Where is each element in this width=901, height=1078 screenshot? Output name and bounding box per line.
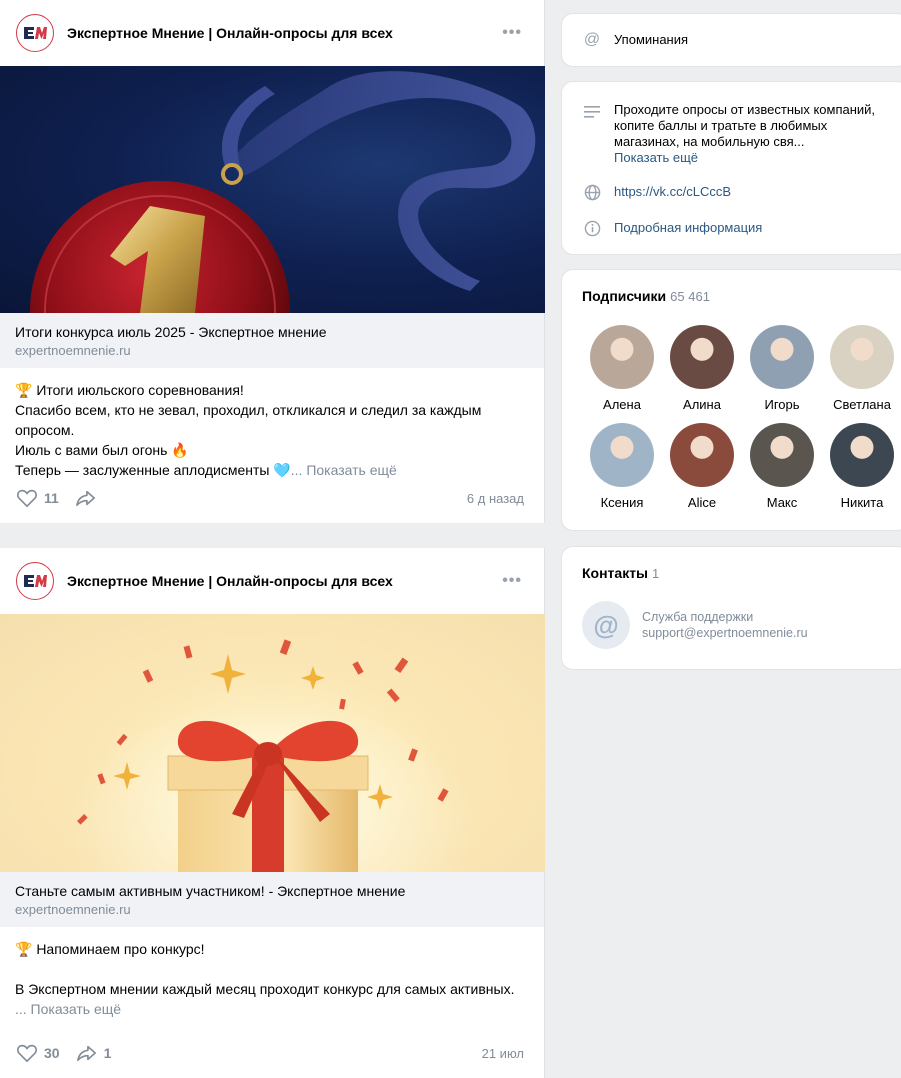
link-domain: expertnoemnenie.ru <box>15 343 131 358</box>
contact-item[interactable]: @ Служба поддержки support@expertnoemnen… <box>582 601 888 649</box>
post-text-line: В Экспертном мнении каждый месяц проходи… <box>15 981 515 997</box>
community-logo[interactable] <box>16 562 54 600</box>
subscriber-item[interactable]: Ксения <box>582 423 662 510</box>
subscriber-name[interactable]: Alice <box>688 495 716 510</box>
post-header: Экспертное Мнение | Онлайн-опросы для вс… <box>0 0 544 66</box>
contact-info: Служба поддержки support@expertnoemnenie… <box>642 609 808 641</box>
post-header: Экспертное Мнение | Онлайн-опросы для вс… <box>0 548 544 614</box>
subscriber-item[interactable]: Alice <box>662 423 742 510</box>
like-count: 30 <box>44 1045 60 1061</box>
share-icon <box>75 490 95 507</box>
contacts-count: 1 <box>652 566 660 581</box>
subscriber-name[interactable]: Макс <box>767 495 798 510</box>
share-button[interactable] <box>75 488 103 508</box>
like-button[interactable]: 11 <box>16 488 59 508</box>
link-title[interactable]: Итоги конкурса июль 2025 - Экспертное мн… <box>15 323 529 341</box>
post-text: 🏆 Итоги июльского соревнования! Спасибо … <box>0 368 544 480</box>
avatar[interactable] <box>590 423 654 487</box>
info-icon <box>582 218 602 238</box>
details-row: Подробная информация <box>582 218 888 238</box>
post-image-gift[interactable] <box>0 614 545 872</box>
subscriber-item[interactable]: Алина <box>662 325 742 412</box>
community-description: Проходите опросы от известных компаний, … <box>614 102 876 149</box>
post-footer: 30 1 21 июл <box>0 1028 544 1078</box>
subscriber-name[interactable]: Алена <box>603 397 641 412</box>
share-count: 1 <box>103 1045 112 1061</box>
more-options-icon[interactable]: ••• <box>502 572 522 590</box>
subscribers-count: 65 461 <box>670 289 710 304</box>
post-text-line: Июль с вами был огонь 🔥 <box>15 442 189 458</box>
contacts-card: Контакты 1 @ Служба поддержки support@exp… <box>561 546 901 670</box>
avatar[interactable] <box>750 423 814 487</box>
avatar[interactable] <box>670 325 734 389</box>
at-sign-icon: @ <box>583 31 601 48</box>
like-button[interactable]: 30 <box>16 1043 60 1063</box>
post-footer: 11 6 д назад <box>0 473 544 523</box>
subscriber-name[interactable]: Никита <box>841 495 884 510</box>
heart-icon <box>17 1044 37 1063</box>
contact-role: Служба поддержки <box>642 610 754 624</box>
post-image-medal[interactable] <box>0 66 545 313</box>
avatar[interactable] <box>750 325 814 389</box>
subscribers-header[interactable]: Подписчики 65 461 <box>582 288 888 306</box>
subscriber-item[interactable]: Игорь <box>742 325 822 412</box>
gift-illustration <box>42 639 502 872</box>
description-block: Проходите опросы от известных компаний, … <box>614 102 884 166</box>
description-row: Проходите опросы от известных компаний, … <box>582 102 888 166</box>
post: Экспертное Мнение | Онлайн-опросы для вс… <box>0 548 545 1078</box>
post-date[interactable]: 21 июл <box>482 1046 524 1061</box>
subscriber-item[interactable]: Светлана <box>822 325 901 412</box>
share-button[interactable]: 1 <box>76 1043 112 1063</box>
globe-icon <box>582 182 602 202</box>
post: Экспертное Мнение | Онлайн-опросы для вс… <box>0 0 545 523</box>
mentions-card[interactable]: @ Упоминания <box>561 13 901 67</box>
share-icon <box>76 1045 96 1062</box>
contacts-title: Контакты <box>582 565 649 581</box>
url-row: https://vk.cc/cLCccB <box>582 182 888 202</box>
link-domain: expertnoemnenie.ru <box>15 902 131 917</box>
text-lines-icon <box>582 102 602 122</box>
mentions-label: Упоминания <box>614 32 689 47</box>
post-text-line: 🏆 Итоги июльского соревнования! <box>15 382 244 398</box>
post-text-line: 🏆 Напоминаем про конкурс! <box>15 941 205 957</box>
more-options-icon[interactable]: ••• <box>502 24 522 42</box>
at-sign-icon: @ <box>582 601 630 649</box>
subscriber-item[interactable]: Никита <box>822 423 901 510</box>
avatar[interactable] <box>830 423 894 487</box>
post-text-spacer <box>15 959 529 979</box>
subscribers-title: Подписчики <box>582 288 667 304</box>
subscribers-card: Подписчики 65 461 Алена Алина Игорь Светлана… <box>561 269 901 531</box>
medal-illustration <box>30 71 536 313</box>
link-card[interactable]: Станьте самым активным участником! - Экс… <box>0 872 544 927</box>
show-more-link[interactable]: ... Показать ещё <box>15 999 529 1019</box>
like-count: 11 <box>44 490 59 506</box>
avatar[interactable] <box>590 325 654 389</box>
post-text-line: Спасибо всем, кто не зевал, проходил, от… <box>15 402 482 438</box>
avatar[interactable] <box>670 423 734 487</box>
post-date[interactable]: 6 д назад <box>467 491 524 506</box>
post-author[interactable]: Экспертное Мнение | Онлайн-опросы для вс… <box>67 25 393 41</box>
subscriber-name[interactable]: Игорь <box>764 397 799 412</box>
subscriber-name[interactable]: Светлана <box>833 397 891 412</box>
community-url[interactable]: https://vk.cc/cLCccB <box>614 184 731 200</box>
subscriber-item[interactable]: Макс <box>742 423 822 510</box>
post-author[interactable]: Экспертное Мнение | Онлайн-опросы для вс… <box>67 573 393 589</box>
contacts-header[interactable]: Контакты 1 <box>582 565 888 583</box>
subscribers-grid: Алена Алина Игорь Светлана Ксения Alice Макс Ни… <box>582 325 894 510</box>
details-link[interactable]: Подробная информация <box>614 220 762 236</box>
subscriber-name[interactable]: Алина <box>683 397 721 412</box>
post-text: 🏆 Напоминаем про конкурс! В Экспертном м… <box>0 927 544 1019</box>
community-logo[interactable] <box>16 14 54 52</box>
info-card: Проходите опросы от известных компаний, … <box>561 81 901 255</box>
show-more-link[interactable]: Показать ещё <box>614 150 884 166</box>
contact-email[interactable]: support@expertnoemnenie.ru <box>642 625 808 641</box>
link-title[interactable]: Станьте самым активным участником! - Экс… <box>15 882 529 900</box>
subscriber-name[interactable]: Ксения <box>601 495 644 510</box>
avatar[interactable] <box>830 325 894 389</box>
heart-icon <box>17 489 37 508</box>
link-card[interactable]: Итоги конкурса июль 2025 - Экспертное мн… <box>0 313 544 368</box>
subscriber-item[interactable]: Алена <box>582 325 662 412</box>
